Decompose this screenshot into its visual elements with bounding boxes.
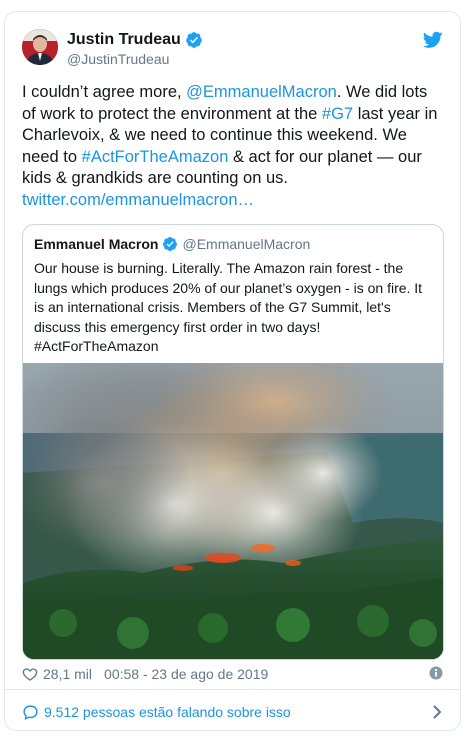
like-count[interactable]: 28,1 mil: [43, 666, 92, 682]
tweet-timestamp[interactable]: 00:58 - 23 de ago de 2019: [104, 666, 268, 682]
amazon-fire-photo[interactable]: [23, 363, 443, 659]
quoted-author-name: Emmanuel Macron: [34, 236, 159, 252]
conversation-link[interactable]: 9.512 pessoas estão falando sobre isso: [22, 698, 443, 726]
twitter-bird-icon[interactable]: [423, 31, 443, 49]
tweet-footer: 28,1 mil 00:58 - 23 de ago de 2019: [22, 663, 443, 685]
quoted-tweet-text: Our house is burning. Literally. The Ama…: [34, 260, 423, 354]
author-name-row: Justin Trudeau: [67, 31, 203, 49]
speech-bubble-icon: [23, 704, 38, 720]
author-name[interactable]: Justin Trudeau: [67, 31, 181, 49]
hashtag-link-actfortheamazon[interactable]: #ActForTheAmazon: [82, 148, 229, 166]
quoted-tweet[interactable]: Emmanuel Macron @EmmanuelMacron Our hous…: [22, 224, 444, 660]
hashtag-link-g7[interactable]: #G7: [322, 105, 353, 123]
tweet-text-part: I couldn’t agree more,: [22, 83, 187, 101]
tweet-card: Justin Trudeau @JustinTrudeau I couldn’t…: [4, 11, 461, 731]
tweet-text: I couldn’t agree more, @EmmanuelMacron. …: [22, 82, 442, 211]
avatar[interactable]: [22, 29, 58, 65]
chevron-right-icon: [433, 705, 442, 719]
author-handle[interactable]: @JustinTrudeau: [67, 51, 169, 67]
url-link[interactable]: twitter.com/emmanuelmacron…: [22, 191, 254, 209]
info-icon[interactable]: [429, 666, 443, 680]
verified-icon: [185, 32, 202, 48]
quoted-tweet-header: Emmanuel Macron @EmmanuelMacron: [34, 236, 310, 252]
heart-icon[interactable]: [22, 666, 38, 682]
tweet-header: Justin Trudeau @JustinTrudeau: [22, 29, 443, 71]
conversation-label: 9.512 pessoas estão falando sobre isso: [44, 704, 291, 720]
divider: [5, 689, 460, 690]
verified-icon: [163, 237, 178, 251]
mention-link[interactable]: @EmmanuelMacron: [186, 83, 337, 101]
quoted-author-handle: @EmmanuelMacron: [182, 236, 311, 252]
